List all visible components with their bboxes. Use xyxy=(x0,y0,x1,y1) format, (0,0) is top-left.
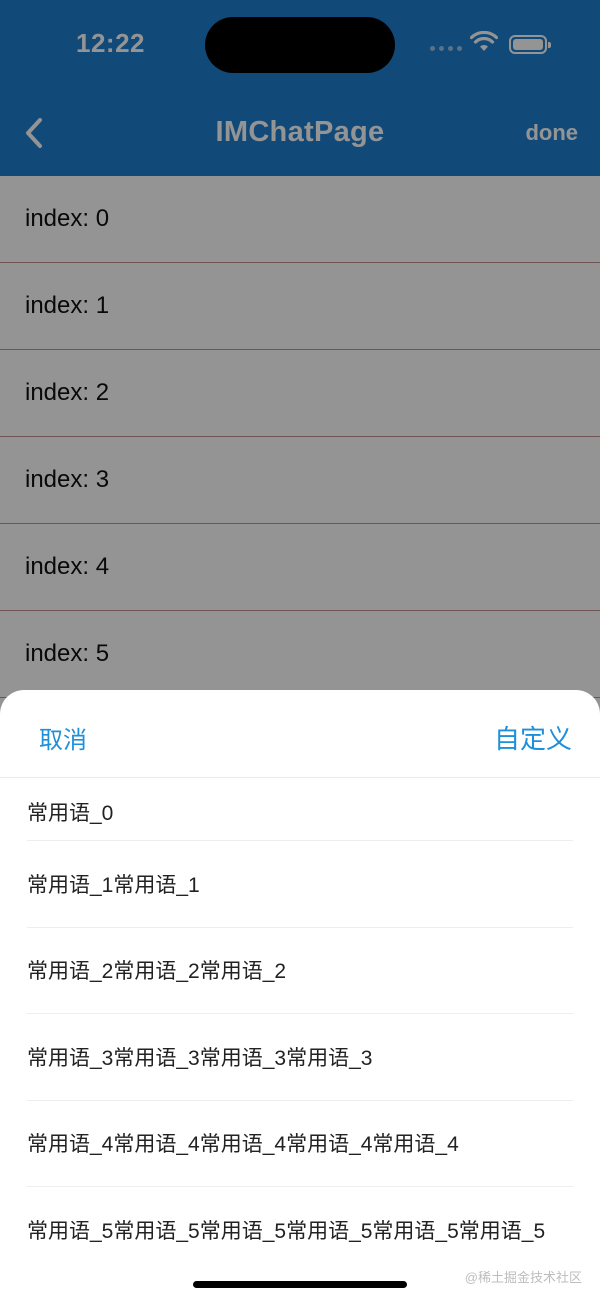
phrase-text: 常用语_5常用语_5常用语_5常用语_5常用语_5常用语_5 xyxy=(27,1219,546,1243)
phrase-item[interactable]: 常用语_3常用语_3常用语_3常用语_3 xyxy=(27,1014,573,1101)
phrase-text: 常用语_0 xyxy=(27,802,114,825)
phrase-item[interactable]: 常用语_5常用语_5常用语_5常用语_5常用语_5常用语_5 xyxy=(27,1187,573,1248)
phrase-bottom-sheet: 取消 自定义 常用语_0 常用语_1常用语_1 常用语_2常用语_2常用语_2 … xyxy=(0,690,600,1301)
phrase-item[interactable]: 常用语_2常用语_2常用语_2 xyxy=(27,928,573,1014)
custom-button[interactable]: 自定义 xyxy=(494,719,572,756)
phrase-item[interactable]: 常用语_4常用语_4常用语_4常用语_4常用语_4 xyxy=(27,1101,573,1187)
sheet-header: 取消 自定义 xyxy=(0,690,600,778)
phrase-text: 常用语_4常用语_4常用语_4常用语_4常用语_4 xyxy=(27,1133,459,1157)
phrase-text: 常用语_1常用语_1 xyxy=(27,873,200,897)
watermark: @稀土掘金技术社区 xyxy=(464,1270,582,1285)
phrase-item[interactable]: 常用语_0 xyxy=(27,778,573,841)
phrase-text: 常用语_2常用语_2常用语_2 xyxy=(27,960,287,984)
cancel-button[interactable]: 取消 xyxy=(39,720,87,755)
phrase-list[interactable]: 常用语_0 常用语_1常用语_1 常用语_2常用语_2常用语_2 常用语_3常用… xyxy=(0,778,600,1248)
phrase-text: 常用语_3常用语_3常用语_3常用语_3 xyxy=(27,1046,373,1070)
phrase-item[interactable]: 常用语_1常用语_1 xyxy=(27,841,573,928)
home-indicator xyxy=(193,1281,407,1288)
